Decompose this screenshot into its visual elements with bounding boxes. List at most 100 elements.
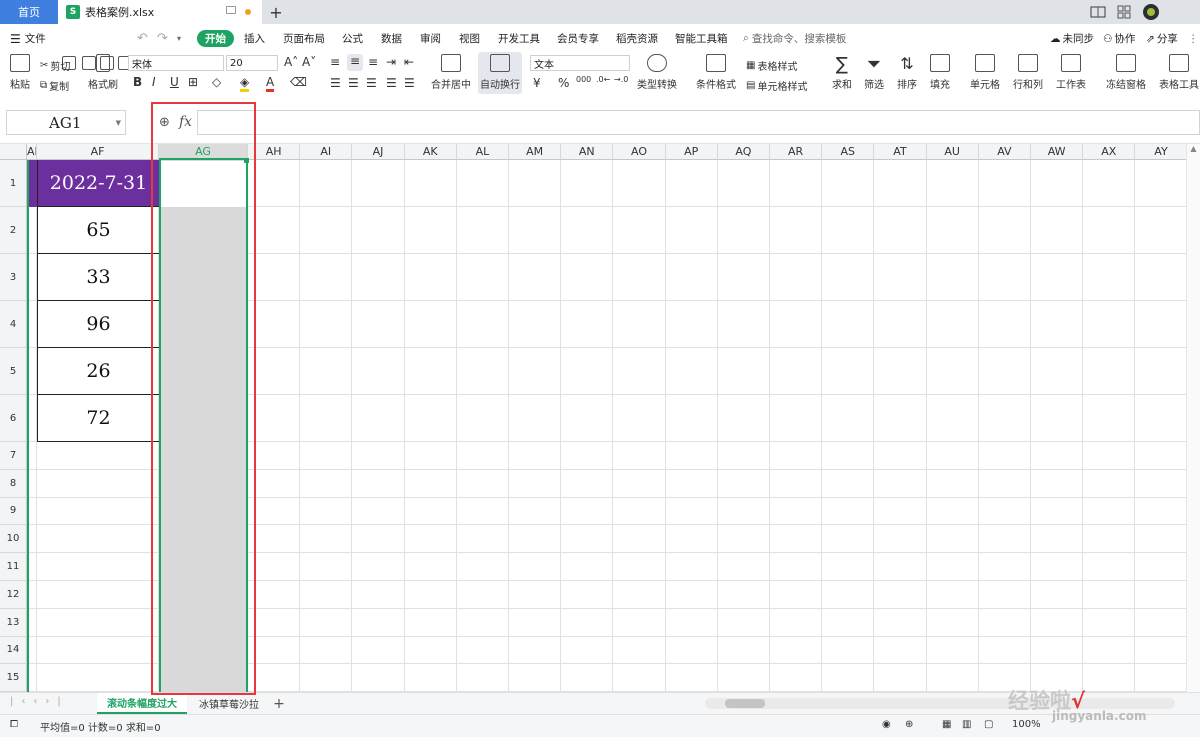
row-col-button[interactable]: 行和列: [1008, 54, 1048, 91]
name-box[interactable]: AG1 ▼: [6, 110, 126, 135]
underline-button[interactable]: U: [170, 75, 179, 89]
align-middle-icon[interactable]: ≡: [347, 54, 363, 71]
copy-button[interactable]: ⧉ 复制: [40, 78, 69, 93]
data-cell[interactable]: 33: [37, 254, 159, 301]
align-right-icon[interactable]: ☰: [366, 76, 377, 90]
status-layout-icon[interactable]: ⧠: [10, 719, 18, 730]
column-header-ai[interactable]: AI: [300, 144, 353, 160]
data-cell[interactable]: 26: [37, 348, 159, 395]
font-size-select[interactable]: 20: [226, 55, 278, 71]
freeze-panes-button[interactable]: 冻结窗格: [1102, 54, 1150, 91]
tab-docer-resources[interactable]: 稻壳资源: [616, 30, 658, 47]
column-header-at[interactable]: AT: [874, 144, 927, 160]
column-header-au[interactable]: AU: [926, 144, 979, 160]
row-header-11[interactable]: 11: [0, 553, 27, 581]
monitor-icon[interactable]: [226, 6, 236, 14]
formula-input[interactable]: [197, 110, 1200, 135]
shape-fill-icon[interactable]: ◇: [212, 75, 221, 89]
thousands-icon[interactable]: 000: [576, 75, 591, 84]
currency-icon[interactable]: ¥: [533, 76, 541, 90]
column-header-aq[interactable]: AQ: [717, 144, 770, 160]
borders-icon[interactable]: ⊞: [188, 75, 198, 89]
tab-home[interactable]: 首页: [0, 0, 58, 24]
indent-decrease-icon[interactable]: ⇤: [404, 55, 414, 69]
row-header-3[interactable]: 3: [0, 254, 27, 301]
row-header-7[interactable]: 7: [0, 442, 27, 470]
column-header-ae[interactable]: AE: [27, 144, 37, 160]
paste-button[interactable]: 粘贴: [8, 54, 32, 91]
horizontal-scrollbar[interactable]: [705, 698, 1175, 709]
tab-page-layout[interactable]: 页面布局: [283, 30, 325, 47]
new-tab-button[interactable]: +: [268, 0, 284, 24]
row-header-5[interactable]: 5: [0, 348, 27, 395]
apps-grid-icon[interactable]: [1114, 3, 1134, 21]
undo-icon[interactable]: ↶: [137, 30, 148, 47]
table-tools-button[interactable]: 表格工具: [1158, 54, 1200, 91]
zoom-formula-icon[interactable]: ⊕: [159, 115, 170, 130]
sheet-nav-arrows[interactable]: |‹‹›|: [10, 696, 69, 707]
column-header-ar[interactable]: AR: [770, 144, 823, 160]
conditional-format-button[interactable]: 条件格式: [692, 54, 740, 91]
merge-center-button[interactable]: 合并居中: [427, 54, 475, 91]
italic-button[interactable]: I: [152, 75, 156, 89]
row-header-1[interactable]: 1: [0, 160, 27, 207]
increase-font-icon[interactable]: A˄: [284, 55, 298, 69]
vertical-scrollbar[interactable]: ▲: [1186, 144, 1200, 692]
horizontal-scroll-thumb[interactable]: [725, 699, 765, 708]
column-header-as[interactable]: AS: [822, 144, 875, 160]
justify-icon[interactable]: ☰: [386, 76, 397, 90]
column-header-al[interactable]: AL: [456, 144, 509, 160]
decrease-decimal-icon[interactable]: →.0: [614, 75, 628, 84]
command-search[interactable]: ⌕ 查找命令、搜索模板: [743, 30, 846, 47]
column-header-aw[interactable]: AW: [1031, 144, 1084, 160]
tab-insert[interactable]: 插入: [244, 30, 265, 47]
bold-button[interactable]: B: [133, 75, 142, 89]
sync-status[interactable]: ☁ 未同步: [1050, 30, 1094, 47]
row-header-2[interactable]: 2: [0, 207, 27, 254]
tab-data[interactable]: 数据: [381, 30, 402, 47]
column-header-ay[interactable]: AY: [1135, 144, 1186, 160]
more-icon[interactable]: ⋮: [1188, 30, 1199, 47]
column-header-af[interactable]: AF: [37, 144, 159, 160]
input-method-icon[interactable]: ⊕: [905, 719, 913, 730]
row-header-10[interactable]: 10: [0, 525, 27, 554]
fill-button[interactable]: 填充: [926, 54, 954, 91]
sum-button[interactable]: ∑ 求和: [828, 54, 856, 91]
header-cell-date[interactable]: 2022-7-31: [37, 160, 159, 207]
add-sheet-button[interactable]: +: [270, 693, 288, 714]
tab-developer[interactable]: 开发工具: [498, 30, 540, 47]
row-header-14[interactable]: 14: [0, 636, 27, 665]
number-format-select[interactable]: 文本: [530, 55, 630, 71]
chevron-down-icon[interactable]: ▼: [116, 119, 121, 127]
table-style-button[interactable]: ▦ 表格样式: [746, 58, 797, 73]
sheet-grid[interactable]: AEAFAGAHAIAJAKALAMANAOAPAQARASATAUAVAWAX…: [0, 144, 1186, 692]
data-cell[interactable]: 65: [37, 207, 159, 254]
collaborate-button[interactable]: ⚇ 协作: [1103, 30, 1135, 47]
column-header-ag[interactable]: AG: [159, 144, 248, 160]
tab-formulas[interactable]: 公式: [342, 30, 363, 47]
redo-icon[interactable]: ↷: [157, 30, 168, 47]
align-bottom-icon[interactable]: ≡: [368, 55, 378, 69]
row-header-9[interactable]: 9: [0, 497, 27, 526]
column-header-ah[interactable]: AH: [248, 144, 301, 160]
share-button[interactable]: ⇗ 分享: [1146, 30, 1178, 47]
sheet-tab-active[interactable]: 滚动条幅度过大: [97, 693, 187, 714]
cell-button[interactable]: 单元格: [966, 54, 1004, 91]
zoom-level[interactable]: 100%: [1012, 719, 1041, 730]
sheet-tab[interactable]: 冰镇草莓沙拉: [190, 693, 268, 714]
tab-member[interactable]: 会员专享: [557, 30, 599, 47]
page-break-view-icon[interactable]: ▢: [984, 719, 993, 730]
fill-handle[interactable]: [244, 158, 249, 163]
format-painter-button[interactable]: 格式刷: [88, 54, 118, 91]
column-header-aj[interactable]: AJ: [352, 144, 405, 160]
decrease-font-icon[interactable]: A˅: [302, 55, 316, 69]
column-header-ax[interactable]: AX: [1083, 144, 1136, 160]
quick-access-dropdown-icon[interactable]: ▾: [177, 30, 181, 47]
data-cell[interactable]: 72: [37, 395, 159, 442]
type-convert-button[interactable]: 类型转换: [634, 54, 680, 91]
row-header-15[interactable]: 15: [0, 664, 27, 692]
increase-decimal-icon[interactable]: .0←: [596, 75, 610, 84]
page-layout-view-icon[interactable]: ▥: [962, 719, 971, 730]
align-left-icon[interactable]: ☰: [330, 76, 341, 90]
normal-view-icon[interactable]: ▦: [942, 719, 951, 730]
